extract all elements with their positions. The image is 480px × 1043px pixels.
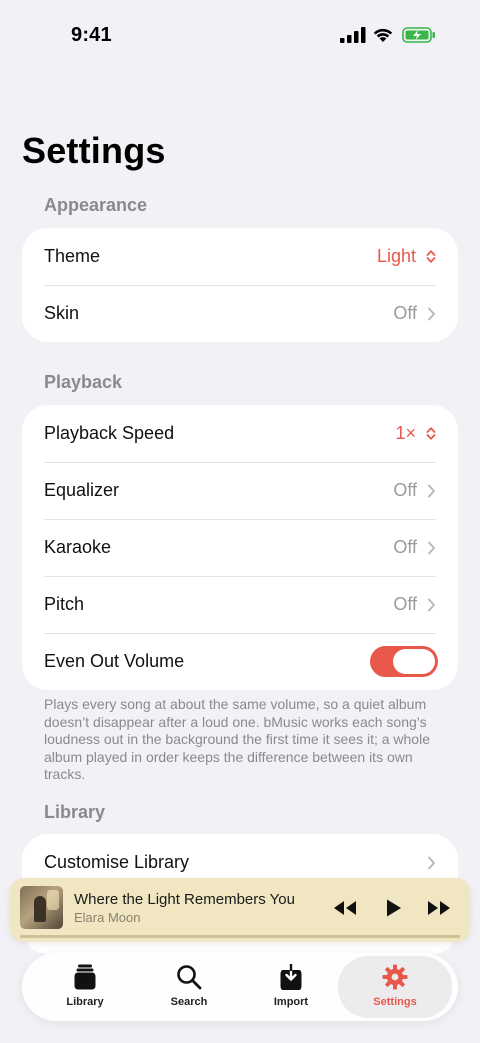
chevron-right-icon bbox=[428, 541, 435, 554]
rewind-icon[interactable] bbox=[332, 898, 358, 918]
search-icon bbox=[177, 965, 202, 990]
section-header-appearance: Appearance bbox=[44, 195, 148, 215]
section-header-playback: Playback bbox=[44, 372, 123, 392]
pitch-value: Off bbox=[393, 594, 417, 614]
fast-forward-icon[interactable] bbox=[426, 898, 452, 918]
playback-speed-value: 1× bbox=[395, 423, 416, 443]
section-header-library: Library bbox=[44, 802, 106, 822]
tab-import[interactable]: Import bbox=[241, 953, 341, 1021]
karaoke-value: Off bbox=[393, 537, 417, 557]
tab-label: Search bbox=[170, 996, 208, 1008]
row-label: Customise Library bbox=[44, 852, 190, 872]
even-out-volume-footnote: Plays every song at about the same volum… bbox=[44, 696, 430, 782]
wifi-icon bbox=[373, 28, 393, 42]
theme-row[interactable]: Theme Light bbox=[22, 228, 458, 285]
now-playing-title: Where the Light Remembers You bbox=[74, 891, 295, 908]
gear-icon bbox=[382, 964, 408, 990]
album-artwork bbox=[20, 886, 63, 929]
status-time: 9:41 bbox=[71, 24, 112, 46]
row-label: Even Out Volume bbox=[44, 651, 185, 671]
chevron-right-icon bbox=[428, 484, 435, 497]
chevron-right-icon bbox=[428, 307, 435, 320]
chevron-up-down-icon bbox=[426, 427, 436, 440]
row-label: Playback Speed bbox=[44, 423, 175, 443]
skin-value: Off bbox=[393, 303, 417, 323]
tab-settings[interactable]: Settings bbox=[338, 956, 452, 1018]
row-label: Pitch bbox=[44, 594, 85, 614]
row-label: Skin bbox=[44, 303, 80, 323]
import-icon bbox=[280, 964, 302, 990]
page-title: Settings bbox=[22, 130, 166, 171]
appearance-group: Theme Light Skin Off bbox=[22, 228, 458, 342]
tab-search[interactable]: Search bbox=[139, 953, 239, 1021]
pitch-row[interactable]: Pitch Off bbox=[22, 576, 458, 633]
skin-row[interactable]: Skin Off bbox=[22, 285, 458, 342]
status-bar: 9:41 bbox=[0, 0, 480, 70]
equalizer-row[interactable]: Equalizer Off bbox=[22, 462, 458, 519]
even-out-volume-toggle[interactable] bbox=[370, 646, 438, 677]
theme-value: Light bbox=[376, 246, 416, 266]
tab-label: Import bbox=[273, 996, 309, 1008]
tab-bar: Library Search Import Settings bbox=[22, 953, 458, 1021]
row-label: Theme bbox=[44, 246, 101, 266]
toggle-knob bbox=[393, 649, 435, 674]
chevron-up-down-icon bbox=[426, 250, 436, 263]
tab-library[interactable]: Library bbox=[35, 953, 135, 1021]
chevron-right-icon bbox=[428, 856, 435, 869]
tab-label: Settings bbox=[373, 996, 417, 1008]
now-playing-artist: Elara Moon bbox=[74, 910, 141, 925]
cellular-signal-icon bbox=[340, 27, 366, 43]
battery-charging-icon bbox=[402, 27, 435, 43]
row-label: Karaoke bbox=[44, 537, 112, 557]
karaoke-row[interactable]: Karaoke Off bbox=[22, 519, 458, 576]
row-label: Equalizer bbox=[44, 480, 120, 500]
tab-label: Library bbox=[66, 996, 104, 1008]
even-out-volume-row: Even Out Volume bbox=[22, 633, 458, 690]
playback-group: Playback Speed 1× Equalizer Off Karaoke … bbox=[22, 405, 458, 690]
play-icon[interactable] bbox=[385, 898, 403, 918]
equalizer-value: Off bbox=[393, 480, 417, 500]
chevron-right-icon bbox=[428, 598, 435, 611]
mini-player[interactable]: Where the Light Remembers You Elara Moon bbox=[10, 878, 470, 942]
playback-speed-row[interactable]: Playback Speed 1× bbox=[22, 405, 458, 462]
playback-progress-track bbox=[20, 935, 460, 938]
library-icon bbox=[74, 964, 96, 990]
